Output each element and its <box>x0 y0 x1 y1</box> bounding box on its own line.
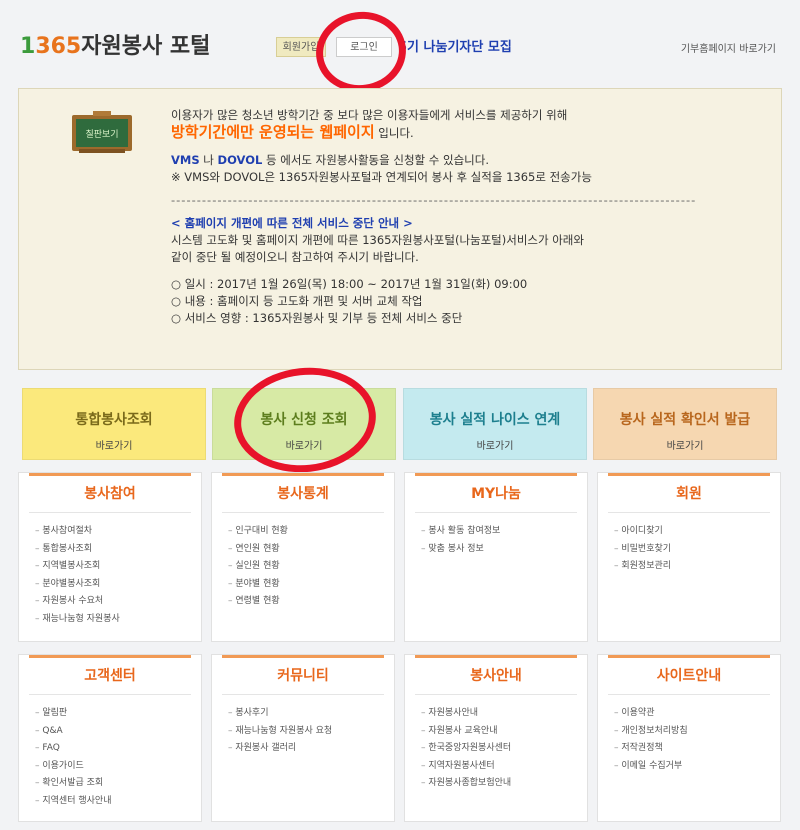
quick-application-search[interactable]: 봉사 신청 조회 바로가기 <box>212 388 396 460</box>
logo-digits: 365 <box>35 34 82 59</box>
quick-certificate-issue[interactable]: 봉사 실적 확인서 발급 바로가기 <box>593 388 777 460</box>
card-title: 봉사참여 <box>29 473 191 513</box>
card-title: 회원 <box>608 473 770 513</box>
notice-line-1: 이용자가 많은 청소년 방학기간 중 보다 많은 이용자들에게 서비스를 제공하… <box>171 108 568 122</box>
donate-homepage-link[interactable]: 기부홈페이지 바로가기 <box>681 40 776 55</box>
chalkboard-icon: 칠판보기 <box>72 111 132 153</box>
notice-line-2-suffix: 입니다. <box>374 126 414 140</box>
card-links: 봉사후기 재능나눔형 자원봉사 요청 자원봉사 갤러리 <box>212 705 394 758</box>
card-link[interactable]: 이용약관 <box>614 705 780 723</box>
login-button[interactable]: 로그인 <box>336 37 392 57</box>
card-links: 인구대비 현황 연인원 현황 실인원 현황 분야별 현황 연령별 현황 <box>212 523 394 611</box>
card-link[interactable]: 자원봉사종합보험안내 <box>421 775 587 793</box>
card-link[interactable]: 봉사후기 <box>228 705 394 723</box>
card-link[interactable]: 실인원 현황 <box>228 558 394 576</box>
card-link[interactable]: 확인서발급 조회 <box>35 775 201 793</box>
card-link[interactable]: 분야별봉사조회 <box>35 576 201 594</box>
quick-sub: 바로가기 <box>285 441 323 452</box>
recruit-banner-link[interactable]: 5기 나눔기자단 모집 <box>398 36 512 55</box>
menu-card-customer-center: 고객센터 알림판 Q&A FAQ 이용가이드 확인서발급 조회 지역센터 행사안… <box>18 654 202 822</box>
card-title: 봉사안내 <box>415 655 577 695</box>
notice-highlight: 방학기간에만 운영되는 웹페이지 <box>171 123 375 141</box>
quick-title: 봉사 신청 조회 <box>260 412 348 428</box>
card-link[interactable]: 분야별 현황 <box>228 576 394 594</box>
card-link[interactable]: Q&A <box>35 723 201 741</box>
notice-line-3-suffix: 등 에서도 자원봉사활동을 신청할 수 있습니다. <box>262 153 489 167</box>
card-link[interactable]: 알림판 <box>35 705 201 723</box>
card-link[interactable]: 자원봉사 수요처 <box>35 593 201 611</box>
card-link[interactable]: 자원봉사 갤러리 <box>228 740 394 758</box>
card-link[interactable]: 이용가이드 <box>35 758 201 776</box>
quick-sub: 바로가기 <box>95 441 133 452</box>
card-link[interactable]: 재능나눔형 자원봉사 <box>35 611 201 629</box>
quick-title: 봉사 실적 확인서 발급 <box>619 412 751 428</box>
card-links: 알림판 Q&A FAQ 이용가이드 확인서발급 조회 지역센터 행사안내 <box>19 705 201 810</box>
site-header: 1365자원봉사 포털 회원가입 로그인 5기 나눔기자단 모집 기부홈페이지 … <box>0 0 800 80</box>
notice-na: 나 <box>199 153 218 167</box>
notice-panel: 칠판보기 이용자가 많은 청소년 방학기간 중 보다 많은 이용자들에게 서비스… <box>18 88 782 370</box>
vms-label: VMS <box>171 153 200 167</box>
card-link[interactable]: 비밀번호찾기 <box>614 541 780 559</box>
card-title: MY나눔 <box>415 473 577 513</box>
notice-line-4: ※ VMS와 DOVOL은 1365자원봉사포털과 연계되어 봉사 후 실적을 … <box>171 170 592 184</box>
card-link[interactable]: FAQ <box>35 740 201 758</box>
card-link[interactable]: 회원정보관리 <box>614 558 780 576</box>
card-title: 봉사통계 <box>222 473 384 513</box>
card-link[interactable]: 지역센터 행사안내 <box>35 793 201 811</box>
card-link[interactable]: 자원봉사안내 <box>421 705 587 723</box>
card-links: 봉사참여절차 통합봉사조회 지역별봉사조회 분야별봉사조회 자원봉사 수요처 재… <box>19 523 201 628</box>
card-link[interactable]: 재능나눔형 자원봉사 요청 <box>228 723 394 741</box>
card-link[interactable]: 연령별 현황 <box>228 593 394 611</box>
card-title: 사이트안내 <box>608 655 770 695</box>
card-link[interactable]: 저작권정책 <box>614 740 780 758</box>
card-link[interactable]: 이메일 수집거부 <box>614 758 780 776</box>
card-title: 고객센터 <box>29 655 191 695</box>
outage-content: ○ 내용 : 홈페이지 등 고도화 개편 및 서버 교체 작업 <box>171 294 423 308</box>
logo-digit-one: 1 <box>20 34 36 59</box>
card-link[interactable]: 지역자원봉사센터 <box>421 758 587 776</box>
card-link[interactable]: 연인원 현황 <box>228 541 394 559</box>
menu-card-my-nanum: MY나눔 봉사 활동 참여정보 맞춤 봉사 정보 <box>404 472 588 642</box>
logo-text: 자원봉사 포털 <box>81 34 211 59</box>
menu-card-statistics: 봉사통계 인구대비 현황 연인원 현황 실인원 현황 분야별 현황 연령별 현황 <box>211 472 395 642</box>
quick-sub: 바로가기 <box>666 441 704 452</box>
card-links: 자원봉사안내 자원봉사 교육안내 한국중앙자원봉사센터 지역자원봉사센터 자원봉… <box>405 705 587 793</box>
outage-schedule: ○ 일시 : 2017년 1월 26일(목) 18:00 ~ 2017년 1월 … <box>171 277 528 291</box>
card-link[interactable]: 봉사 활동 참여정보 <box>421 523 587 541</box>
menu-card-participation: 봉사참여 봉사참여절차 통합봉사조회 지역별봉사조회 분야별봉사조회 자원봉사 … <box>18 472 202 642</box>
card-link[interactable]: 통합봉사조회 <box>35 541 201 559</box>
card-link[interactable]: 자원봉사 교육안내 <box>421 723 587 741</box>
card-links: 봉사 활동 참여정보 맞춤 봉사 정보 <box>405 523 587 558</box>
card-link[interactable]: 맞춤 봉사 정보 <box>421 541 587 559</box>
quick-sub: 바로가기 <box>476 441 514 452</box>
card-link[interactable]: 지역별봉사조회 <box>35 558 201 576</box>
card-link[interactable]: 아이디찾기 <box>614 523 780 541</box>
menu-card-community: 커뮤니티 봉사후기 재능나눔형 자원봉사 요청 자원봉사 갤러리 <box>211 654 395 822</box>
quick-title: 통합봉사조회 <box>75 412 153 428</box>
chalkboard-label: 칠판보기 <box>85 129 118 140</box>
quick-neis-link[interactable]: 봉사 실적 나이스 연계 바로가기 <box>403 388 587 460</box>
outage-line-2: 같이 중단 될 예정이오니 참고하여 주시기 바랍니다. <box>171 250 419 264</box>
card-links: 이용약관 개인정보처리방침 저작권정책 이메일 수집거부 <box>598 705 780 775</box>
quick-integrated-search[interactable]: 통합봉사조회 바로가기 <box>22 388 206 460</box>
site-logo[interactable]: 1365자원봉사 포털 <box>20 28 210 60</box>
outage-impact: ○ 서비스 영향 : 1365자원봉사 및 기부 등 전체 서비스 중단 <box>171 311 463 325</box>
join-button[interactable]: 회원가입 <box>276 37 326 57</box>
card-link[interactable]: 한국중앙자원봉사센터 <box>421 740 587 758</box>
card-title: 커뮤니티 <box>222 655 384 695</box>
card-link[interactable]: 개인정보처리방침 <box>614 723 780 741</box>
notice-text: 이용자가 많은 청소년 방학기간 중 보다 많은 이용자들에게 서비스를 제공하… <box>171 107 761 327</box>
card-links: 아이디찾기 비밀번호찾기 회원정보관리 <box>598 523 780 576</box>
menu-card-volunteer-guide: 봉사안내 자원봉사안내 자원봉사 교육안내 한국중앙자원봉사센터 지역자원봉사센… <box>404 654 588 822</box>
outage-line-1: 시스템 고도화 및 홈페이지 개편에 따른 1365자원봉사포털(나눔포털)서비… <box>171 233 584 247</box>
menu-card-site-info: 사이트안내 이용약관 개인정보처리방침 저작권정책 이메일 수집거부 <box>597 654 781 822</box>
menu-card-member: 회원 아이디찾기 비밀번호찾기 회원정보관리 <box>597 472 781 642</box>
outage-title: < 홈페이지 개편에 따른 전체 서비스 중단 안내 > <box>171 216 413 230</box>
quick-title: 봉사 실적 나이스 연계 <box>429 412 561 428</box>
dovol-label: DOVOL <box>217 153 263 167</box>
card-link[interactable]: 인구대비 현황 <box>228 523 394 541</box>
notice-separator: ----------------------------------------… <box>171 193 697 207</box>
card-link[interactable]: 봉사참여절차 <box>35 523 201 541</box>
